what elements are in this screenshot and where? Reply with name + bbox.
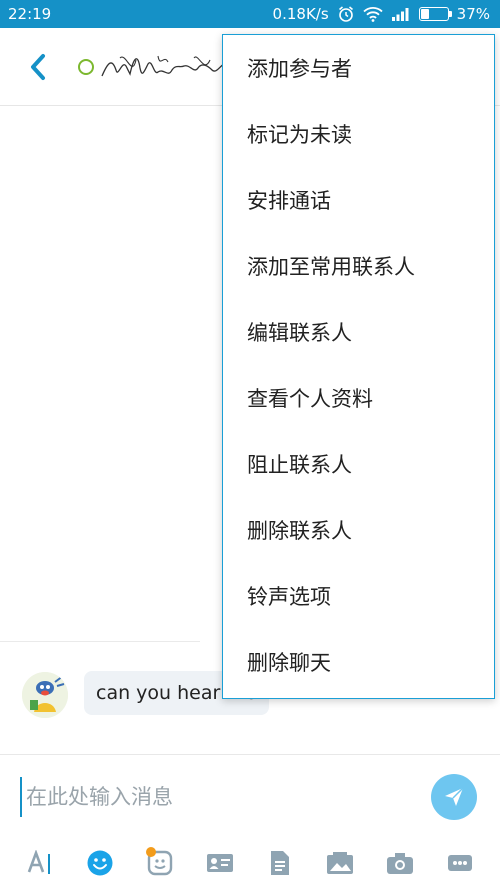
alarm-icon <box>337 5 355 23</box>
sticker-button[interactable] <box>142 845 178 881</box>
camera-icon <box>387 853 413 874</box>
more-button[interactable] <box>442 845 478 881</box>
overflow-menu: 添加参与者 标记为未读 安排通话 添加至常用联系人 编辑联系人 查看个人资料 阻… <box>222 34 495 699</box>
back-button[interactable] <box>22 50 54 84</box>
chevron-left-icon <box>31 54 45 80</box>
avatar[interactable] <box>22 672 68 718</box>
font-button[interactable] <box>22 845 58 881</box>
wifi-icon <box>363 6 383 22</box>
file-button[interactable] <box>262 845 298 881</box>
network-speed: 0.18K/s <box>272 5 329 23</box>
signal-icon <box>391 7 411 21</box>
emoji-icon <box>87 850 113 876</box>
composer <box>0 754 500 889</box>
menu-item-block-contact[interactable]: 阻止联系人 <box>223 431 494 497</box>
status-time: 22:19 <box>8 5 52 23</box>
menu-item-add-participant[interactable]: 添加参与者 <box>223 35 494 101</box>
battery-icon <box>418 7 452 21</box>
menu-item-mark-unread[interactable]: 标记为未读 <box>223 101 494 167</box>
menu-item-add-favorite[interactable]: 添加至常用联系人 <box>223 233 494 299</box>
menu-item-schedule-call[interactable]: 安排通话 <box>223 167 494 233</box>
contact-name-redacted[interactable] <box>98 48 228 88</box>
send-icon <box>445 787 464 806</box>
camera-button[interactable] <box>382 845 418 881</box>
contact-card-button[interactable] <box>202 845 238 881</box>
composer-toolbar <box>0 843 500 883</box>
battery-level <box>420 9 430 19</box>
contact-card-icon <box>207 854 233 872</box>
notification-badge <box>146 847 156 857</box>
battery-percent: 37% <box>456 5 490 23</box>
photo-button[interactable] <box>322 845 358 881</box>
menu-item-view-profile[interactable]: 查看个人资料 <box>223 365 494 431</box>
message-input[interactable] <box>20 777 415 817</box>
font-icon <box>27 850 50 874</box>
menu-item-delete-chat[interactable]: 删除聊天 <box>223 629 494 695</box>
divider-line <box>0 641 200 642</box>
send-button[interactable] <box>431 774 477 820</box>
status-bar: 22:19 0.18K/s 37% <box>0 0 500 28</box>
menu-item-delete-contact[interactable]: 删除联系人 <box>223 497 494 563</box>
file-icon <box>271 851 289 875</box>
photo-icon <box>327 852 353 874</box>
status-indicators: 0.18K/s 37% <box>273 5 490 23</box>
more-icon <box>448 855 472 871</box>
menu-item-edit-contact[interactable]: 编辑联系人 <box>223 299 494 365</box>
menu-item-ringtone-options[interactable]: 铃声选项 <box>223 563 494 629</box>
emoji-button[interactable] <box>82 845 118 881</box>
presence-status-icon <box>78 59 94 75</box>
